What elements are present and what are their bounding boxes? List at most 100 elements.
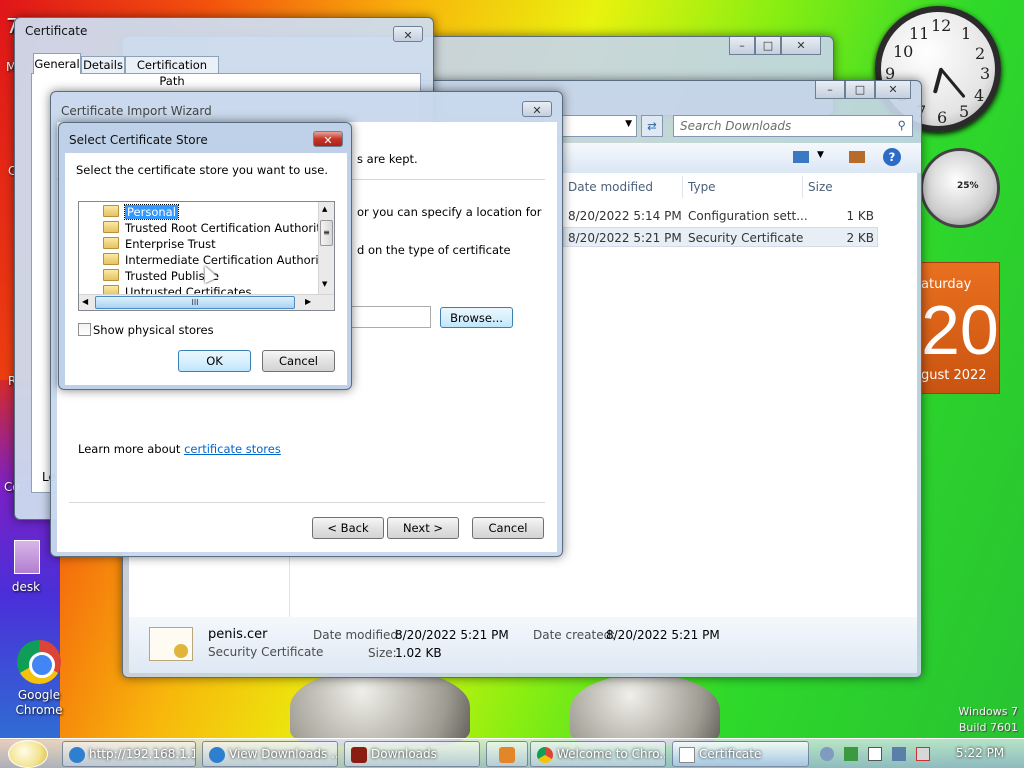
file-row-selected[interactable]: 8/20/2022 5:21 PM Security Certificate 2… (563, 227, 878, 247)
tray-flag-icon[interactable] (868, 747, 882, 761)
file-icon (14, 540, 40, 574)
folder-icon (103, 237, 119, 249)
taskbar-item-media-player[interactable] (486, 741, 528, 767)
ie-icon (209, 747, 225, 763)
next-button[interactable]: Next > (387, 517, 459, 539)
search-placeholder: Search Downloads (680, 119, 792, 133)
media-player-icon (499, 747, 515, 763)
tab-general[interactable]: General (33, 53, 81, 74)
scroll-right-icon[interactable]: ▶ (305, 297, 311, 306)
taskbar-item-downloads[interactable]: Downloads (344, 741, 480, 767)
taskbar-item-certificate[interactable]: Certificate (672, 741, 809, 767)
divider (69, 502, 545, 503)
folder-icon (103, 253, 119, 265)
column-size[interactable]: Size (808, 180, 833, 194)
scroll-down-icon[interactable]: ▼ (322, 280, 327, 288)
column-date-modified[interactable]: Date modified (568, 180, 653, 194)
search-box[interactable]: Search Downloads ⚲ (673, 115, 913, 137)
preview-pane-icon[interactable] (849, 151, 865, 163)
refresh-button[interactable]: ⇄ (641, 115, 663, 137)
select-store-dialog[interactable]: Select Certificate Store ✕ Select the ce… (58, 122, 352, 390)
column-type[interactable]: Type (688, 180, 716, 194)
tray-show-hidden-icon[interactable] (820, 747, 834, 761)
tray-security-icon[interactable] (844, 747, 858, 761)
column-divider (802, 176, 803, 198)
view-icon[interactable] (793, 151, 809, 163)
horizontal-scrollbar[interactable]: ◀ III ▶ (79, 294, 334, 310)
close-button[interactable]: ✕ (781, 37, 821, 55)
store-item-intermediate[interactable]: Intermediate Certification Authorities (103, 252, 334, 268)
created-value: 8/20/2022 5:21 PM (606, 628, 720, 642)
tab-certification-path[interactable]: Certification Path (125, 56, 219, 88)
start-button[interactable] (8, 740, 48, 768)
downloads-icon (351, 747, 367, 763)
taskbar-item-view-downloads[interactable]: View Downloads ... (202, 741, 338, 767)
maximize-button[interactable]: □ (845, 81, 875, 99)
file-row[interactable]: 8/20/2022 5:14 PM Configuration sett... … (563, 206, 878, 226)
seal-icon (174, 644, 188, 658)
search-icon[interactable]: ⚲ (898, 118, 906, 132)
desktop-icon-label: Google Chrome (15, 688, 63, 717)
cpu-meter-gadget[interactable]: 25% (920, 148, 1000, 228)
certificate-file-icon (149, 627, 193, 661)
explorer-toolbar: ▼ ? (563, 143, 921, 173)
window-title: Certificate (25, 24, 88, 38)
browse-button[interactable]: Browse... (440, 307, 513, 328)
cancel-button[interactable]: Cancel (472, 517, 544, 539)
close-button[interactable]: ✕ (313, 131, 343, 147)
wizard-text: or you can specify a location for (357, 205, 542, 219)
hscroll-thumb[interactable]: III (95, 296, 295, 309)
cancel-button[interactable]: Cancel (262, 350, 335, 372)
tab-details[interactable]: Details (81, 56, 125, 74)
folder-icon (103, 205, 119, 217)
calendar-gadget[interactable]: aturday 20 gust 2022 (920, 262, 1000, 394)
file-type: Security Certificate (208, 645, 324, 659)
taskbar-item-chrome[interactable]: Welcome to Chro... (530, 741, 666, 767)
details-pane: penis.cer Security Certificate Date modi… (129, 617, 917, 673)
help-icon[interactable]: ? (883, 148, 901, 166)
minimize-button[interactable]: – (729, 37, 755, 55)
certificate-stores-link[interactable]: certificate stores (184, 442, 281, 456)
close-button[interactable]: ✕ (522, 101, 552, 117)
window-title: Select Certificate Store (69, 133, 208, 147)
tray-network-icon[interactable] (892, 747, 906, 761)
minimize-button[interactable]: – (815, 81, 845, 99)
folder-icon (103, 221, 119, 233)
certificate-icon (679, 747, 695, 763)
desktop-icon-desk[interactable]: desk (6, 540, 46, 594)
windows-build-watermark: Windows 7 Build 7601 (958, 705, 1018, 734)
store-item-enterprise-trust[interactable]: Enterprise Trust (103, 236, 216, 252)
store-item-personal[interactable]: Personal (103, 204, 179, 220)
store-tree[interactable]: Personal Trusted Root Certification Auth… (78, 201, 335, 311)
close-button[interactable]: ✕ (875, 81, 911, 99)
tray-volume-muted-icon[interactable] (916, 747, 930, 761)
scroll-left-icon[interactable]: ◀ (82, 297, 88, 306)
taskbar-item-ie-router[interactable]: http://192.168.1.1... (62, 741, 196, 767)
maximize-button[interactable]: □ (755, 37, 781, 55)
size-label: Size: (368, 646, 397, 660)
calendar-month: gust 2022 (921, 368, 987, 383)
meter-percent: 25% (957, 181, 979, 191)
scroll-thumb[interactable]: ≡ (320, 220, 333, 246)
calendar-date: 20 (921, 291, 999, 369)
folder-icon (103, 269, 119, 281)
store-item-trusted-root[interactable]: Trusted Root Certification Authorities (103, 220, 334, 236)
back-button[interactable]: < Back (312, 517, 384, 539)
close-button[interactable]: ✕ (393, 26, 423, 42)
show-physical-checkbox[interactable] (78, 323, 91, 336)
scroll-up-icon[interactable]: ▲ (322, 205, 327, 213)
tray-clock[interactable]: 5:22 PM (940, 746, 1020, 760)
vertical-scrollbar[interactable]: ▲ ≡ ▼ (318, 202, 334, 294)
dialog-client: Select the certificate store you want to… (65, 153, 347, 385)
ok-button[interactable]: OK (178, 350, 251, 372)
show-physical-label: Show physical stores (93, 323, 214, 337)
size-value: 1.02 KB (395, 646, 442, 660)
store-path-field[interactable] (347, 306, 431, 328)
chevron-down-icon[interactable]: ▼ (625, 119, 632, 129)
chrome-icon (537, 747, 553, 763)
ie-icon (69, 747, 85, 763)
learn-more-text: Learn more about certificate stores (78, 442, 281, 456)
created-label: Date created: (533, 628, 616, 642)
desktop-icon-google-chrome[interactable]: Google Chrome (8, 640, 70, 718)
chevron-down-icon[interactable]: ▼ (817, 150, 824, 160)
